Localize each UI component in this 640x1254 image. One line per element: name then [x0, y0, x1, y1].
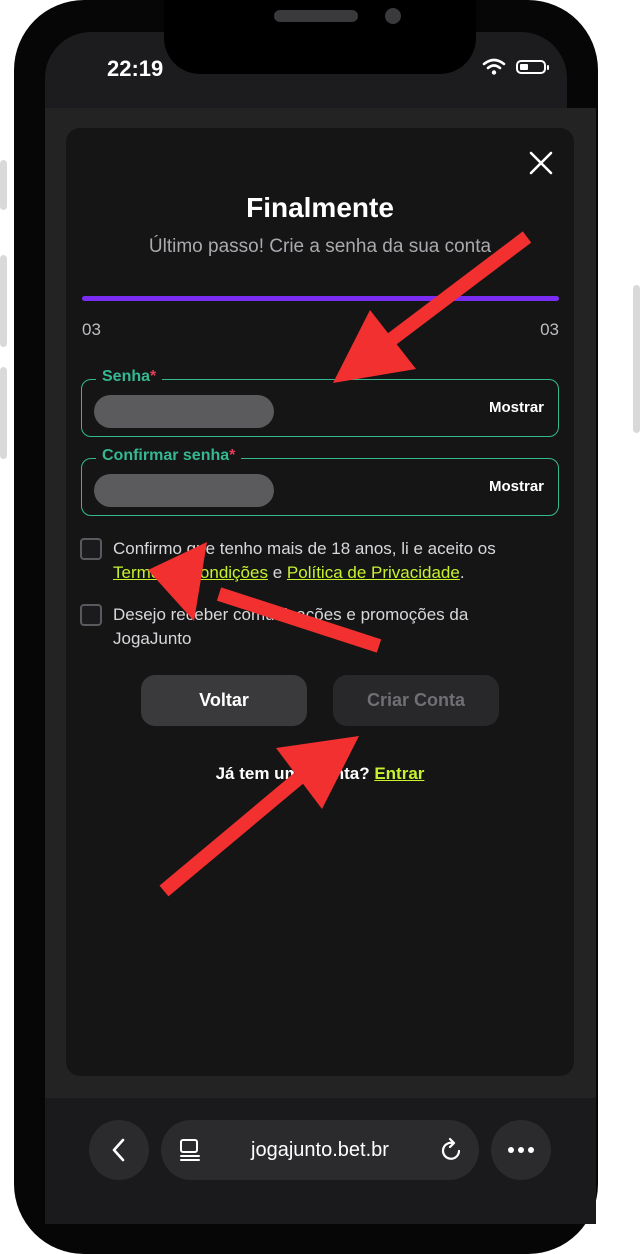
terms-link[interactable]: Termos e Condições — [113, 563, 268, 582]
marketing-checkbox[interactable] — [80, 604, 102, 626]
phone-volume-down-button — [0, 367, 7, 459]
confirm-password-input[interactable] — [94, 474, 274, 507]
login-link[interactable]: Entrar — [374, 764, 424, 783]
progress-step-current: 03 — [82, 320, 101, 339]
confirm-password-show-toggle[interactable]: Mostrar — [489, 478, 544, 495]
confirm-password-label: Confirmar senha* — [96, 447, 242, 465]
required-mark: * — [150, 368, 157, 385]
battery-icon — [516, 60, 549, 74]
password-label: Senha* — [96, 368, 163, 386]
address-bar[interactable]: jogajunto.bet.br — [161, 1120, 479, 1180]
status-time: 22:19 — [107, 56, 164, 81]
ellipsis-icon — [508, 1147, 534, 1153]
terms-text: Confirmo que tenho mais de 18 anos, li e… — [113, 539, 496, 582]
modal-subtitle: Último passo! Crie a senha da sua conta — [148, 236, 492, 257]
terms-checkbox[interactable] — [80, 538, 102, 560]
back-button[interactable]: Voltar — [141, 675, 307, 726]
login-prompt: Já tem uma conta? Entrar — [215, 764, 425, 783]
phone-side-button — [0, 160, 7, 210]
signup-modal — [66, 128, 574, 1076]
password-show-toggle[interactable]: Mostrar — [489, 399, 544, 416]
create-account-button[interactable]: Criar Conta — [333, 675, 499, 726]
progress-step-total: 03 — [540, 320, 559, 339]
close-icon[interactable] — [528, 150, 554, 176]
progress-fill — [82, 296, 559, 301]
chevron-left-icon — [112, 1138, 125, 1162]
camera — [385, 8, 401, 24]
required-mark: * — [229, 447, 236, 464]
browser-back-button[interactable] — [89, 1120, 149, 1180]
terms-row: Confirmo que tenho mais de 18 anos, li e… — [80, 537, 550, 585]
status-icons — [482, 58, 549, 76]
notch — [164, 0, 476, 74]
phone-power-button — [633, 285, 640, 433]
phone-volume-up-button — [0, 255, 7, 347]
marketing-row: Desejo receber comunicações e promoções … — [80, 603, 550, 651]
progress-bar — [82, 296, 559, 301]
marketing-text: Desejo receber comunicações e promoções … — [113, 605, 469, 648]
reload-icon[interactable] — [439, 1137, 463, 1163]
privacy-link[interactable]: Política de Privacidade — [287, 563, 460, 582]
modal-title: Finalmente — [246, 192, 394, 223]
confirm-password-field[interactable]: Confirmar senha* Mostrar — [81, 447, 559, 516]
password-input[interactable] — [94, 395, 274, 428]
speaker — [274, 10, 358, 22]
url-text: jogajunto.bet.br — [251, 1139, 389, 1161]
wifi-icon — [482, 58, 506, 75]
more-options-button[interactable] — [491, 1120, 551, 1180]
password-field[interactable]: Senha* Mostrar — [81, 368, 559, 437]
